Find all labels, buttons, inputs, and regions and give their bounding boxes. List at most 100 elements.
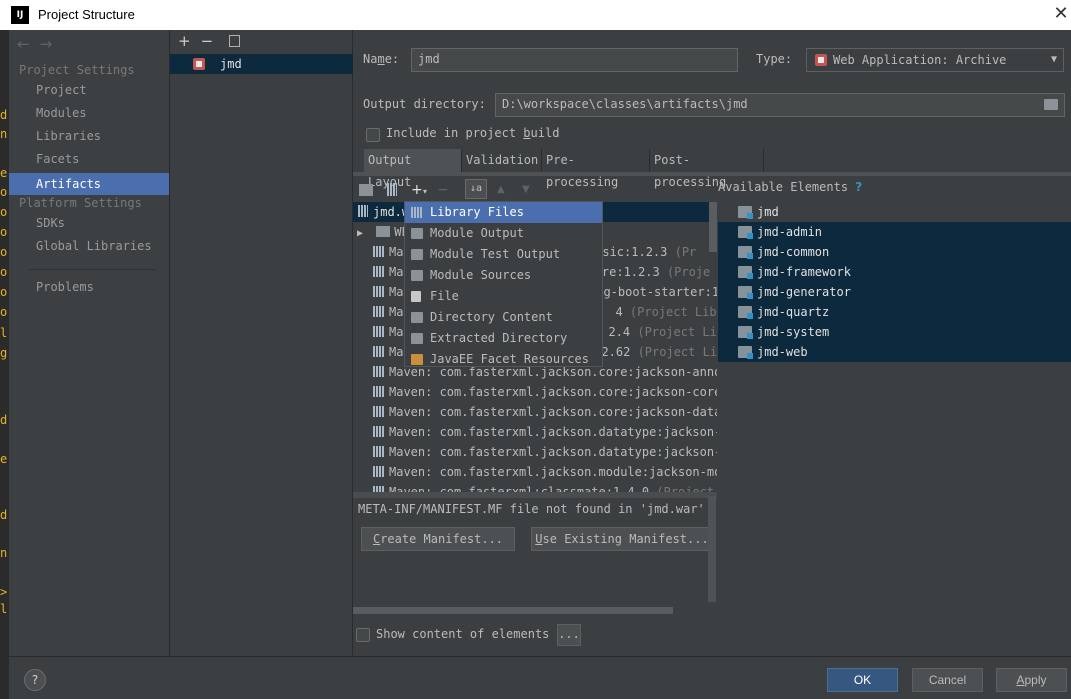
library-icon bbox=[373, 446, 385, 457]
artifact-list-panel: +− jmd bbox=[169, 30, 353, 656]
module-icon bbox=[738, 326, 753, 339]
module-icon bbox=[738, 226, 753, 239]
war-archive-icon bbox=[815, 54, 827, 66]
output-directory-label: Output directory: bbox=[363, 97, 486, 111]
module-sources-icon bbox=[411, 270, 423, 281]
file-icon bbox=[411, 291, 421, 302]
menu-item-library-files[interactable]: Library Files bbox=[405, 202, 602, 223]
expand-arrow-icon[interactable]: ▶ bbox=[357, 228, 363, 239]
close-window-button[interactable]: ✕ bbox=[1051, 4, 1071, 24]
tree-row[interactable]: Maven: com.fasterxml.jackson.datatype:ja… bbox=[353, 442, 717, 462]
sidebar-item-libraries[interactable]: Libraries bbox=[9, 125, 169, 147]
menu-item-javaee-facet-resources[interactable]: JavaEE Facet Resources bbox=[405, 349, 602, 367]
module-icon bbox=[738, 346, 753, 359]
new-archive-icon[interactable] bbox=[387, 183, 397, 196]
sidebar-item-facets[interactable]: Facets bbox=[9, 148, 169, 170]
available-item-jmd-quartz[interactable]: jmd-quartz bbox=[718, 302, 1071, 322]
help-question-icon[interactable]: ? bbox=[855, 180, 862, 194]
use-existing-manifest-button[interactable]: Use Existing Manifest... bbox=[531, 527, 713, 551]
available-elements-title: Available Elements ? bbox=[718, 180, 863, 194]
output-directory-value: D:\workspace\classes\artifacts\jmd bbox=[502, 97, 748, 111]
menu-item-module-sources[interactable]: Module Sources bbox=[405, 265, 602, 286]
add-dropdown-chevron-icon[interactable]: ▾ bbox=[423, 187, 427, 196]
available-elements-list: jmd jmd-admin jmd-common jmd-framework j… bbox=[718, 202, 1071, 392]
platform-settings-heading: Platform Settings bbox=[19, 196, 142, 210]
tree-vertical-scrollbar[interactable] bbox=[709, 202, 717, 252]
artifact-item-jmd[interactable]: jmd bbox=[170, 54, 353, 74]
add-element-icon[interactable]: + bbox=[411, 182, 423, 198]
menu-item-module-output[interactable]: Module Output bbox=[405, 223, 602, 244]
tree-horizontal-scrollbar[interactable] bbox=[353, 492, 717, 498]
browse-folder-icon[interactable] bbox=[1044, 99, 1058, 110]
tree-row[interactable]: Maven: com.fasterxml.jackson.datatype:ja… bbox=[353, 422, 717, 442]
extracted-folder-icon bbox=[411, 333, 423, 344]
remove-element-icon[interactable]: − bbox=[437, 182, 449, 198]
sidebar-item-artifacts[interactable]: Artifacts bbox=[9, 173, 169, 195]
create-manifest-button[interactable]: Create Manifest... bbox=[361, 527, 515, 551]
new-directory-icon[interactable] bbox=[359, 184, 373, 196]
library-icon bbox=[373, 406, 385, 417]
show-content-options-button[interactable]: ... bbox=[557, 624, 581, 646]
tree-row[interactable]: Maven: com.fasterxml.jackson.module:jack… bbox=[353, 462, 717, 482]
type-select-value: Web Application: Archive bbox=[833, 53, 1007, 67]
sidebar-item-sdks[interactable]: SDKs bbox=[9, 212, 169, 234]
available-item-jmd-framework[interactable]: jmd-framework bbox=[718, 262, 1071, 282]
title-bar: IJ Project Structure ✕ bbox=[0, 0, 1071, 30]
apply-button[interactable]: Apply bbox=[996, 668, 1067, 692]
available-item-jmd-admin[interactable]: jmd-admin bbox=[718, 222, 1071, 242]
tab-post-processing[interactable]: Post-processing bbox=[650, 149, 764, 189]
dialog-footer: ? OK Cancel Apply bbox=[9, 656, 1071, 699]
include-in-build-label: Include in project build bbox=[386, 126, 560, 140]
menu-item-file[interactable]: File bbox=[405, 286, 602, 307]
library-icon bbox=[373, 246, 385, 257]
sidebar-item-problems[interactable]: Problems bbox=[9, 276, 169, 298]
project-settings-heading: Project Settings bbox=[19, 63, 135, 77]
module-icon bbox=[738, 306, 753, 319]
type-select[interactable]: Web Application: Archive ▼ bbox=[806, 48, 1064, 72]
ok-button[interactable]: OK bbox=[827, 668, 898, 692]
sidebar-item-project[interactable]: Project bbox=[9, 79, 169, 101]
window-title: Project Structure bbox=[38, 7, 135, 22]
module-icon bbox=[738, 246, 753, 259]
library-icon bbox=[373, 366, 385, 377]
cancel-button[interactable]: Cancel bbox=[912, 668, 983, 692]
sort-elements-icon[interactable]: ↓a z bbox=[465, 179, 487, 212]
available-item-jmd-common[interactable]: jmd-common bbox=[718, 242, 1071, 262]
available-item-jmd-generator[interactable]: jmd-generator bbox=[718, 282, 1071, 302]
manifest-missing-message: META-INF/MANIFEST.MF file not found in '… bbox=[358, 502, 705, 516]
intellij-logo-icon: IJ bbox=[11, 6, 29, 24]
sidebar-divider bbox=[29, 269, 156, 270]
background-editor-strip: dne ooo ooo olg ded n > l bbox=[0, 30, 9, 699]
available-item-jmd-web[interactable]: jmd-web bbox=[718, 342, 1071, 362]
sidebar-item-modules[interactable]: Modules bbox=[9, 102, 169, 124]
include-in-build-checkbox[interactable] bbox=[366, 128, 380, 142]
add-remove-artifact-icons[interactable]: +− bbox=[178, 32, 223, 50]
name-input[interactable]: jmd bbox=[411, 48, 738, 72]
menu-item-module-test-output[interactable]: Module Test Output bbox=[405, 244, 602, 265]
library-icon bbox=[373, 386, 385, 397]
copy-artifact-icon[interactable] bbox=[229, 35, 240, 47]
available-item-jmd-system[interactable]: jmd-system bbox=[718, 322, 1071, 342]
output-directory-input[interactable]: D:\workspace\classes\artifacts\jmd bbox=[495, 93, 1065, 117]
library-icon bbox=[411, 207, 423, 218]
module-icon bbox=[411, 228, 423, 239]
tab-underline bbox=[353, 172, 1071, 176]
show-content-checkbox[interactable] bbox=[356, 628, 370, 642]
validation-vertical-scrollbar[interactable] bbox=[708, 496, 716, 602]
folder-icon bbox=[411, 312, 423, 323]
move-down-icon[interactable]: ▼ bbox=[522, 184, 530, 195]
type-label: Type: bbox=[756, 52, 793, 66]
available-item-jmd[interactable]: jmd bbox=[718, 202, 1071, 222]
tab-validation[interactable]: Validation bbox=[462, 149, 542, 172]
help-button[interactable]: ? bbox=[24, 669, 46, 691]
validation-horizontal-scrollbar[interactable] bbox=[353, 607, 673, 614]
tab-output-layout[interactable]: Output Layout bbox=[364, 149, 462, 189]
menu-item-directory-content[interactable]: Directory Content bbox=[405, 307, 602, 328]
move-up-icon[interactable]: ▲ bbox=[497, 184, 505, 195]
tab-pre-processing[interactable]: Pre-processing bbox=[542, 149, 650, 189]
tree-row[interactable]: Maven: com.fasterxml.jackson.core:jackso… bbox=[353, 402, 717, 422]
tree-row[interactable]: Maven: com.fasterxml.jackson.core:jackso… bbox=[353, 382, 717, 402]
back-forward-arrows-icon[interactable]: ←→ bbox=[17, 35, 62, 53]
sidebar-item-global-libraries[interactable]: Global Libraries bbox=[9, 235, 169, 257]
menu-item-extracted-directory[interactable]: Extracted Directory bbox=[405, 328, 602, 349]
